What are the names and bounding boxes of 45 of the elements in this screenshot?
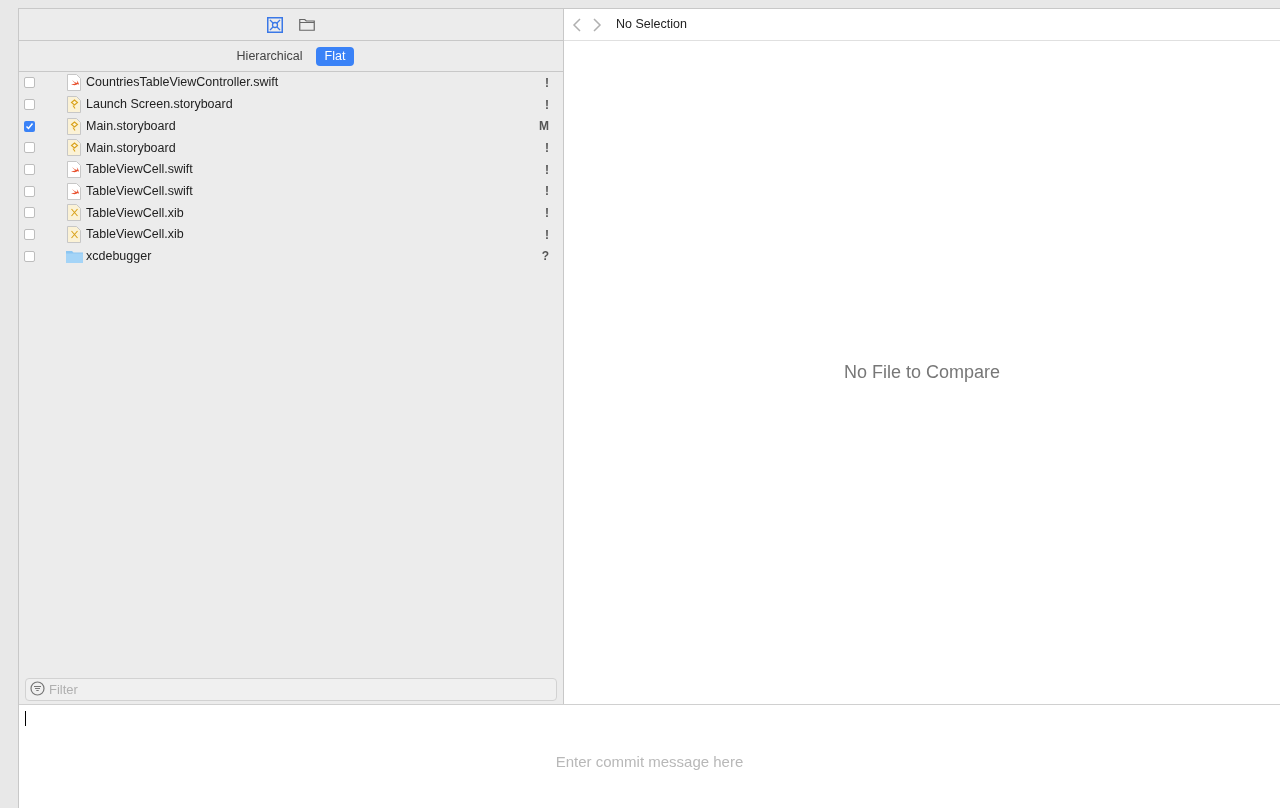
status-indicator: !: [545, 226, 549, 244]
checkbox[interactable]: [24, 99, 35, 111]
status-indicator: !: [545, 183, 549, 201]
checkbox[interactable]: [24, 77, 35, 89]
file-name[interactable]: TableViewCell.swift: [86, 160, 193, 179]
folder-icon[interactable]: [299, 18, 315, 31]
status-indicator: !: [545, 139, 549, 157]
status-indicator: !: [545, 204, 549, 222]
file-icon: [67, 226, 81, 244]
file-name[interactable]: xcdebugger: [86, 246, 152, 266]
checkbox[interactable]: [24, 207, 35, 219]
folder-icon: [65, 249, 83, 263]
status-indicator: !: [545, 161, 549, 179]
checkbox[interactable]: [24, 142, 35, 154]
file-icon: [67, 182, 81, 200]
status-indicator: ?: [541, 248, 549, 266]
filter-field[interactable]: Filter: [25, 678, 557, 701]
file-icon: [67, 117, 81, 135]
segment-tab[interactable]: Hierarchical: [227, 46, 312, 66]
segment-tab[interactable]: Flat: [315, 46, 355, 66]
status-indicator: !: [545, 96, 549, 114]
file-icon: [67, 161, 81, 179]
source-control-icon[interactable]: [267, 16, 283, 33]
checkbox[interactable]: [24, 120, 35, 132]
checkbox[interactable]: [24, 185, 35, 197]
file-name[interactable]: Launch Screen.storyboard: [86, 95, 233, 114]
editor-title: No Selection: [616, 16, 687, 34]
file-name[interactable]: Main.storyboard: [86, 116, 176, 136]
file-name[interactable]: TableViewCell.swift: [86, 181, 193, 201]
checkbox[interactable]: [24, 164, 35, 176]
file-icon: [67, 96, 81, 114]
file-name[interactable]: TableViewCell.xib: [86, 203, 184, 223]
back-chevron-icon[interactable]: [572, 17, 582, 32]
file-name[interactable]: TableViewCell.xib: [86, 225, 184, 245]
file-icon: [67, 139, 81, 157]
checkbox[interactable]: [24, 250, 35, 262]
file-name[interactable]: CountriesTableViewController.swift: [86, 73, 279, 93]
checkbox[interactable]: [24, 229, 35, 241]
file-name[interactable]: Main.storyboard: [86, 138, 176, 158]
status-indicator: M: [539, 118, 549, 136]
forward-chevron-icon[interactable]: [592, 17, 602, 32]
empty-message: No File to Compare: [843, 361, 1001, 384]
status-indicator: !: [545, 74, 549, 92]
file-icon: [67, 204, 81, 222]
file-icon: [67, 74, 81, 92]
